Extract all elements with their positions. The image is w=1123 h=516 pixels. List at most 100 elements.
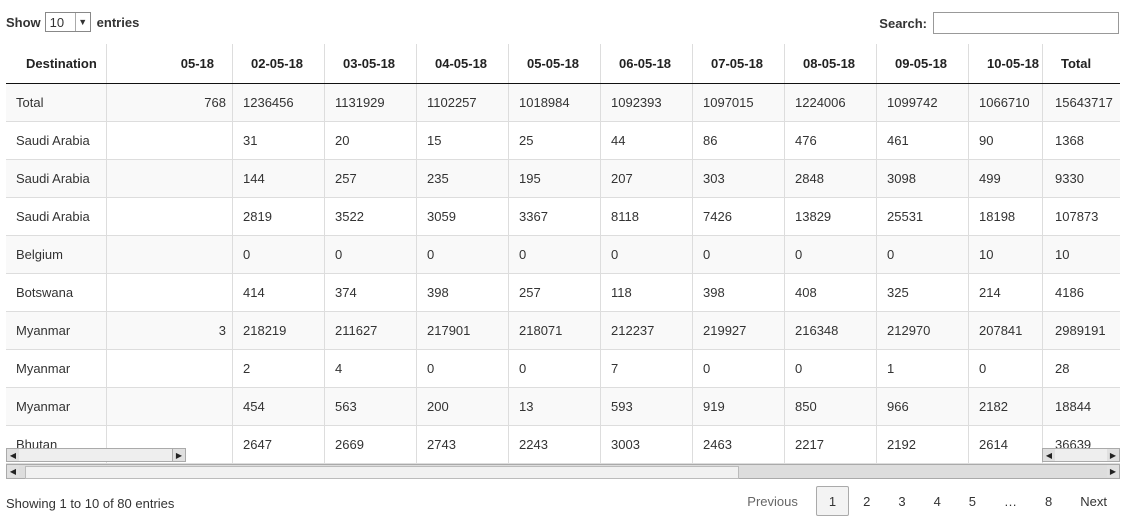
column-header[interactable]: 10-05-18 [968,44,1042,83]
table-cell: 1224006 [784,84,876,121]
column-header[interactable]: Total [1042,44,1120,83]
page-button[interactable]: 8 [1031,486,1066,516]
triangle-left-icon[interactable]: ◀ [1043,449,1055,461]
table-cell: 7 [600,350,692,387]
table-cell: 90 [968,122,1042,159]
table-cell: 1066710 [968,84,1042,121]
table-cell: Myanmar [16,399,71,414]
fixed-column-scrollbar[interactable]: ◀ ▶ [6,448,186,462]
table-cell: 8118 [600,198,692,235]
table-cell: 0 [692,350,784,387]
table-row: Myanmar 454 563 200 13 593 919 850 966 2182 18844 [6,388,1120,426]
page-button[interactable]: 1 [815,486,850,516]
table-cell: Botswana [16,285,74,300]
scrollbar-thumb[interactable] [25,466,739,479]
table-cell: Total [16,95,44,110]
table-cell: 13829 [784,198,876,235]
table-cell: 0 [324,236,416,273]
search-label: Search: [879,15,927,31]
show-label: Show [6,14,41,30]
table-cell: 217901 [416,312,508,349]
table-cell: 7426 [692,198,784,235]
pagination: Previous 1 2 3 4 5 … 8 Next [733,486,1123,516]
table-cell: 0 [968,350,1042,387]
table-cell: Saudi Arabia [16,171,90,186]
table-cell: 107873 [1042,198,1120,235]
page-length-select[interactable]: 10 ▼ [44,12,91,32]
table-cell: 2614 [968,426,1042,463]
table-cell [106,388,232,425]
table-cell: 499 [968,160,1042,197]
table-cell: Saudi Arabia [16,133,90,148]
table-cell [106,160,232,197]
table-cell: 2217 [784,426,876,463]
table-cell: 13 [508,388,600,425]
table-cell: 414 [232,274,324,311]
search-input[interactable] [933,12,1119,34]
triangle-right-icon[interactable]: ▶ [1107,465,1119,477]
table-cell [106,122,232,159]
table-row: Myanmar 2 4 0 0 7 0 0 1 0 28 [6,350,1120,388]
table-row: Total 768 1236456 1131929 1102257 1018984 1092… [6,84,1120,122]
column-header[interactable]: 02-05-18 [232,44,324,83]
table-cell: 0 [508,236,600,273]
table-row: Botswana 414 374 398 257 118 398 408 325 214 4186 [6,274,1120,312]
table-cell: 1092393 [600,84,692,121]
table-row: Saudi Arabia 2819 3522 3059 3367 8118 7426 1382… [6,198,1120,236]
table-cell: 3003 [600,426,692,463]
triangle-left-icon[interactable]: ◀ [7,465,19,477]
column-header[interactable]: 08-05-18 [784,44,876,83]
table-cell: 0 [232,236,324,273]
table-cell: 218219 [232,312,324,349]
triangle-right-icon[interactable]: ▶ [1107,449,1119,461]
table-cell: 2819 [232,198,324,235]
table-cell: 207841 [968,312,1042,349]
table-cell: 3367 [508,198,600,235]
triangle-left-icon[interactable]: ◀ [7,449,19,461]
table-cell: 118 [600,274,692,311]
table-cell: Myanmar [16,361,71,376]
table-row: Saudi Arabia 144 257 235 195 207 303 2848 3098 49… [6,160,1120,198]
table-cell: Belgium [16,247,63,262]
page-button[interactable]: 5 [955,486,990,516]
table-cell: 3522 [324,198,416,235]
table-cell: 0 [416,350,508,387]
table-info: Showing 1 to 10 of 80 entries [6,496,175,511]
table-cell: 216348 [784,312,876,349]
column-header[interactable]: 05-18 [106,44,232,83]
column-header[interactable]: 04-05-18 [416,44,508,83]
column-header[interactable]: 05-05-18 [508,44,600,83]
data-table: Destination 05-18 02-05-18 03-05-18 04-05-18… [6,44,1120,465]
column-header[interactable]: 06-05-18 [600,44,692,83]
next-button[interactable]: Next [1066,486,1123,516]
table-cell: 86 [692,122,784,159]
column-header[interactable]: 09-05-18 [876,44,968,83]
page-button[interactable]: 3 [884,486,919,516]
page-button[interactable]: 4 [920,486,955,516]
table-cell: 2243 [508,426,600,463]
column-header[interactable]: Destination [6,44,106,83]
table-cell: 44 [600,122,692,159]
table-cell: 200 [416,388,508,425]
table-cell: 1 [876,350,968,387]
previous-button[interactable]: Previous [733,486,816,516]
triangle-right-icon[interactable]: ▶ [172,449,185,461]
table-cell: Saudi Arabia [16,209,90,224]
table-cell: 3098 [876,160,968,197]
table-cell: 0 [692,236,784,273]
table-cell: 0 [416,236,508,273]
table-cell: 398 [416,274,508,311]
table-cell: 919 [692,388,784,425]
right-column-scrollbar[interactable]: ◀ ▶ [1042,448,1120,462]
column-header[interactable]: 07-05-18 [692,44,784,83]
table-cell: 214 [968,274,1042,311]
table-cell: 25531 [876,198,968,235]
table-cell: 2989191 [1042,312,1120,349]
table-cell: 219927 [692,312,784,349]
table-cell: 18844 [1042,388,1120,425]
page-button[interactable]: 2 [849,486,884,516]
table-cell: 374 [324,274,416,311]
column-header[interactable]: 03-05-18 [324,44,416,83]
table-cell: 144 [232,160,324,197]
horizontal-scrollbar[interactable]: ◀ ▶ [6,464,1120,479]
